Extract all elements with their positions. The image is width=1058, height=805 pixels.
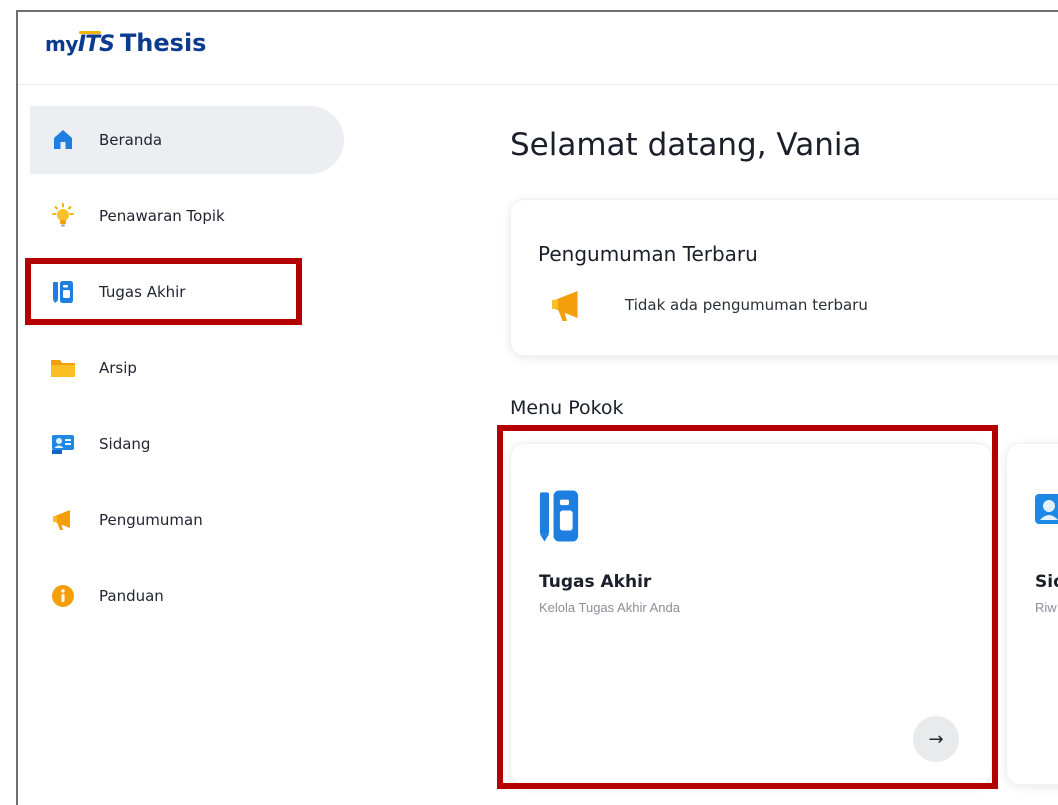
menu-card-title: Tugas Akhir xyxy=(539,572,652,592)
sidebar-item-label: Penawaran Topik xyxy=(99,207,225,225)
announcement-title: Pengumuman Terbaru xyxy=(538,242,758,266)
announcement-card: Pengumuman Terbaru Tidak ada pengumuman … xyxy=(510,199,1058,356)
home-icon xyxy=(50,127,76,153)
sidebar-item-sidang[interactable]: Sidang xyxy=(30,410,344,478)
menu-card-title: Sid xyxy=(1035,572,1058,592)
menu-card-tugas-akhir[interactable]: Tugas Akhir Kelola Tugas Akhir Anda → xyxy=(510,443,992,785)
menu-card-sidang[interactable]: Sid Riw xyxy=(1006,443,1058,785)
logo-my: my xyxy=(45,32,78,56)
sidebar-item-tugas-akhir[interactable]: Tugas Akhir xyxy=(30,258,344,326)
app-logo[interactable]: my ITS Thesis xyxy=(45,29,206,57)
sidebar-item-label: Pengumuman xyxy=(99,511,203,529)
sidebar-item-label: Panduan xyxy=(99,587,164,605)
sidebar-item-panduan[interactable]: Panduan xyxy=(30,562,344,630)
top-bar: my ITS Thesis xyxy=(18,12,1058,85)
arrow-right-icon: → xyxy=(928,728,944,750)
lightbulb-icon xyxy=(50,203,76,229)
app-frame: my ITS Thesis Beranda Penawaran Topik Tu… xyxy=(16,10,1058,805)
sidebar-item-label: Tugas Akhir xyxy=(99,283,186,301)
notebook-icon xyxy=(50,279,76,305)
folder-icon xyxy=(50,355,76,381)
sidebar-item-label: Sidang xyxy=(99,435,151,453)
megaphone-icon xyxy=(50,507,76,533)
logo-its: ITS xyxy=(77,31,115,57)
sidebar-item-arsip[interactable]: Arsip xyxy=(30,334,344,402)
sidebar: Beranda Penawaran Topik Tugas Akhir Arsi… xyxy=(18,86,348,805)
sidebar-item-beranda[interactable]: Beranda xyxy=(30,106,344,174)
id-card-icon xyxy=(50,431,76,457)
id-card-icon xyxy=(1033,488,1058,540)
info-icon xyxy=(50,583,76,609)
sidebar-item-label: Beranda xyxy=(99,131,163,149)
menu-card-desc: Riw xyxy=(1035,600,1057,615)
announcement-empty-text: Tidak ada pengumuman terbaru xyxy=(625,296,868,314)
menu-card-desc: Kelola Tugas Akhir Anda xyxy=(539,600,680,615)
sidebar-item-penawaran-topik[interactable]: Penawaran Topik xyxy=(30,182,344,250)
megaphone-icon xyxy=(547,288,587,328)
menu-heading: Menu Pokok xyxy=(510,397,624,419)
sidebar-item-label: Arsip xyxy=(99,359,137,377)
logo-thesis: Thesis xyxy=(119,29,207,57)
arrow-right-button[interactable]: → xyxy=(913,716,959,762)
notebook-icon xyxy=(539,488,579,548)
sidebar-item-pengumuman[interactable]: Pengumuman xyxy=(30,486,344,554)
page-title: Selamat datang, Vania xyxy=(510,127,862,163)
